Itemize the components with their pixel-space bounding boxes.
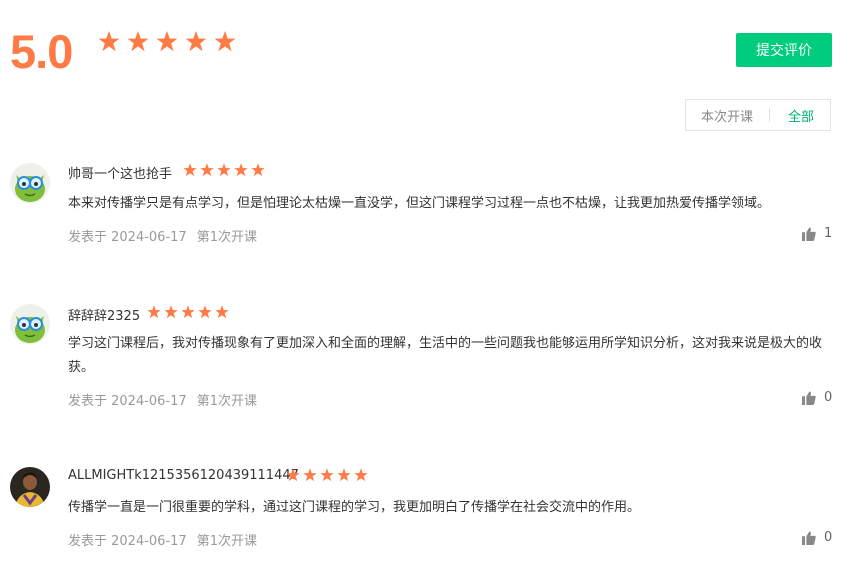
- like-count: 0: [824, 390, 833, 405]
- like-button[interactable]: 1: [802, 226, 832, 241]
- review-text: 本来对传播学只是有点学习，但是怕理论太枯燥一直没学，但这门课程学习过程一点也不枯…: [68, 196, 771, 211]
- average-score: 5.0: [10, 25, 73, 78]
- photo-avatar-icon: [10, 467, 50, 507]
- thumbs-up-icon: [802, 226, 816, 241]
- review-session: 第1次开课: [196, 394, 257, 409]
- like-button[interactable]: 0: [802, 530, 832, 545]
- star-icon: [183, 163, 197, 177]
- star-icon: [320, 468, 334, 482]
- review-filter: 本次开课 全部: [685, 99, 831, 131]
- review-date: 发表于 2024-06-17: [68, 230, 187, 245]
- star-icon: [286, 468, 300, 482]
- review-meta: 发表于 2024-06-17 第1次开课: [68, 390, 257, 409]
- review-session: 第1次开课: [196, 534, 257, 549]
- review-meta: 发表于 2024-06-17 第1次开课: [68, 530, 257, 549]
- review-star-rating: [286, 468, 368, 482]
- like-count: 1: [824, 226, 833, 241]
- average-star-rating: [98, 31, 236, 52]
- review-session: 第1次开课: [196, 230, 257, 245]
- review-star-rating: [147, 305, 229, 319]
- green-monster-avatar-icon: [10, 163, 50, 203]
- star-icon: [156, 31, 178, 52]
- thumbs-up-icon: [802, 390, 816, 405]
- star-icon: [217, 163, 231, 177]
- star-icon: [200, 163, 214, 177]
- star-icon: [251, 163, 265, 177]
- star-icon: [181, 305, 195, 319]
- like-button[interactable]: 0: [802, 390, 832, 405]
- star-icon: [147, 305, 161, 319]
- star-icon: [303, 468, 317, 482]
- review-text: 传播学一直是一门很重要的学科，通过这门课程的学习，我更加明白了传播学在社会交流中…: [68, 500, 641, 515]
- user-avatar[interactable]: [10, 163, 50, 203]
- user-avatar[interactable]: [10, 467, 50, 507]
- filter-all[interactable]: 全部: [788, 106, 814, 125]
- review-meta: 发表于 2024-06-17 第1次开课: [68, 226, 257, 245]
- star-icon: [354, 468, 368, 482]
- thumbs-up-icon: [802, 530, 816, 545]
- star-icon: [127, 31, 149, 52]
- star-icon: [337, 468, 351, 482]
- filter-divider: [769, 108, 771, 122]
- star-icon: [215, 305, 229, 319]
- star-icon: [185, 31, 207, 52]
- review-date: 发表于 2024-06-17: [68, 534, 187, 549]
- star-icon: [214, 31, 236, 52]
- review-date: 发表于 2024-06-17: [68, 394, 187, 409]
- submit-review-button[interactable]: 提交评价: [736, 33, 832, 67]
- filter-current-session[interactable]: 本次开课: [701, 106, 753, 125]
- star-icon: [198, 305, 212, 319]
- review-username[interactable]: 帅哥一个这也抢手: [68, 163, 172, 182]
- review-star-rating: [183, 163, 265, 177]
- star-icon: [164, 305, 178, 319]
- user-avatar[interactable]: [10, 304, 50, 344]
- star-icon: [234, 163, 248, 177]
- green-monster-avatar-icon: [10, 304, 50, 344]
- star-icon: [98, 31, 120, 52]
- review-username[interactable]: 辞辞辞2325: [68, 305, 140, 324]
- like-count: 0: [824, 530, 833, 545]
- review-text: 学习这门课程后，我对传播现象有了更加深入和全面的理解，生活中的一些问题我也能够运…: [68, 336, 823, 375]
- review-username[interactable]: ALLMIGHTk1215356120439111447: [68, 468, 299, 483]
